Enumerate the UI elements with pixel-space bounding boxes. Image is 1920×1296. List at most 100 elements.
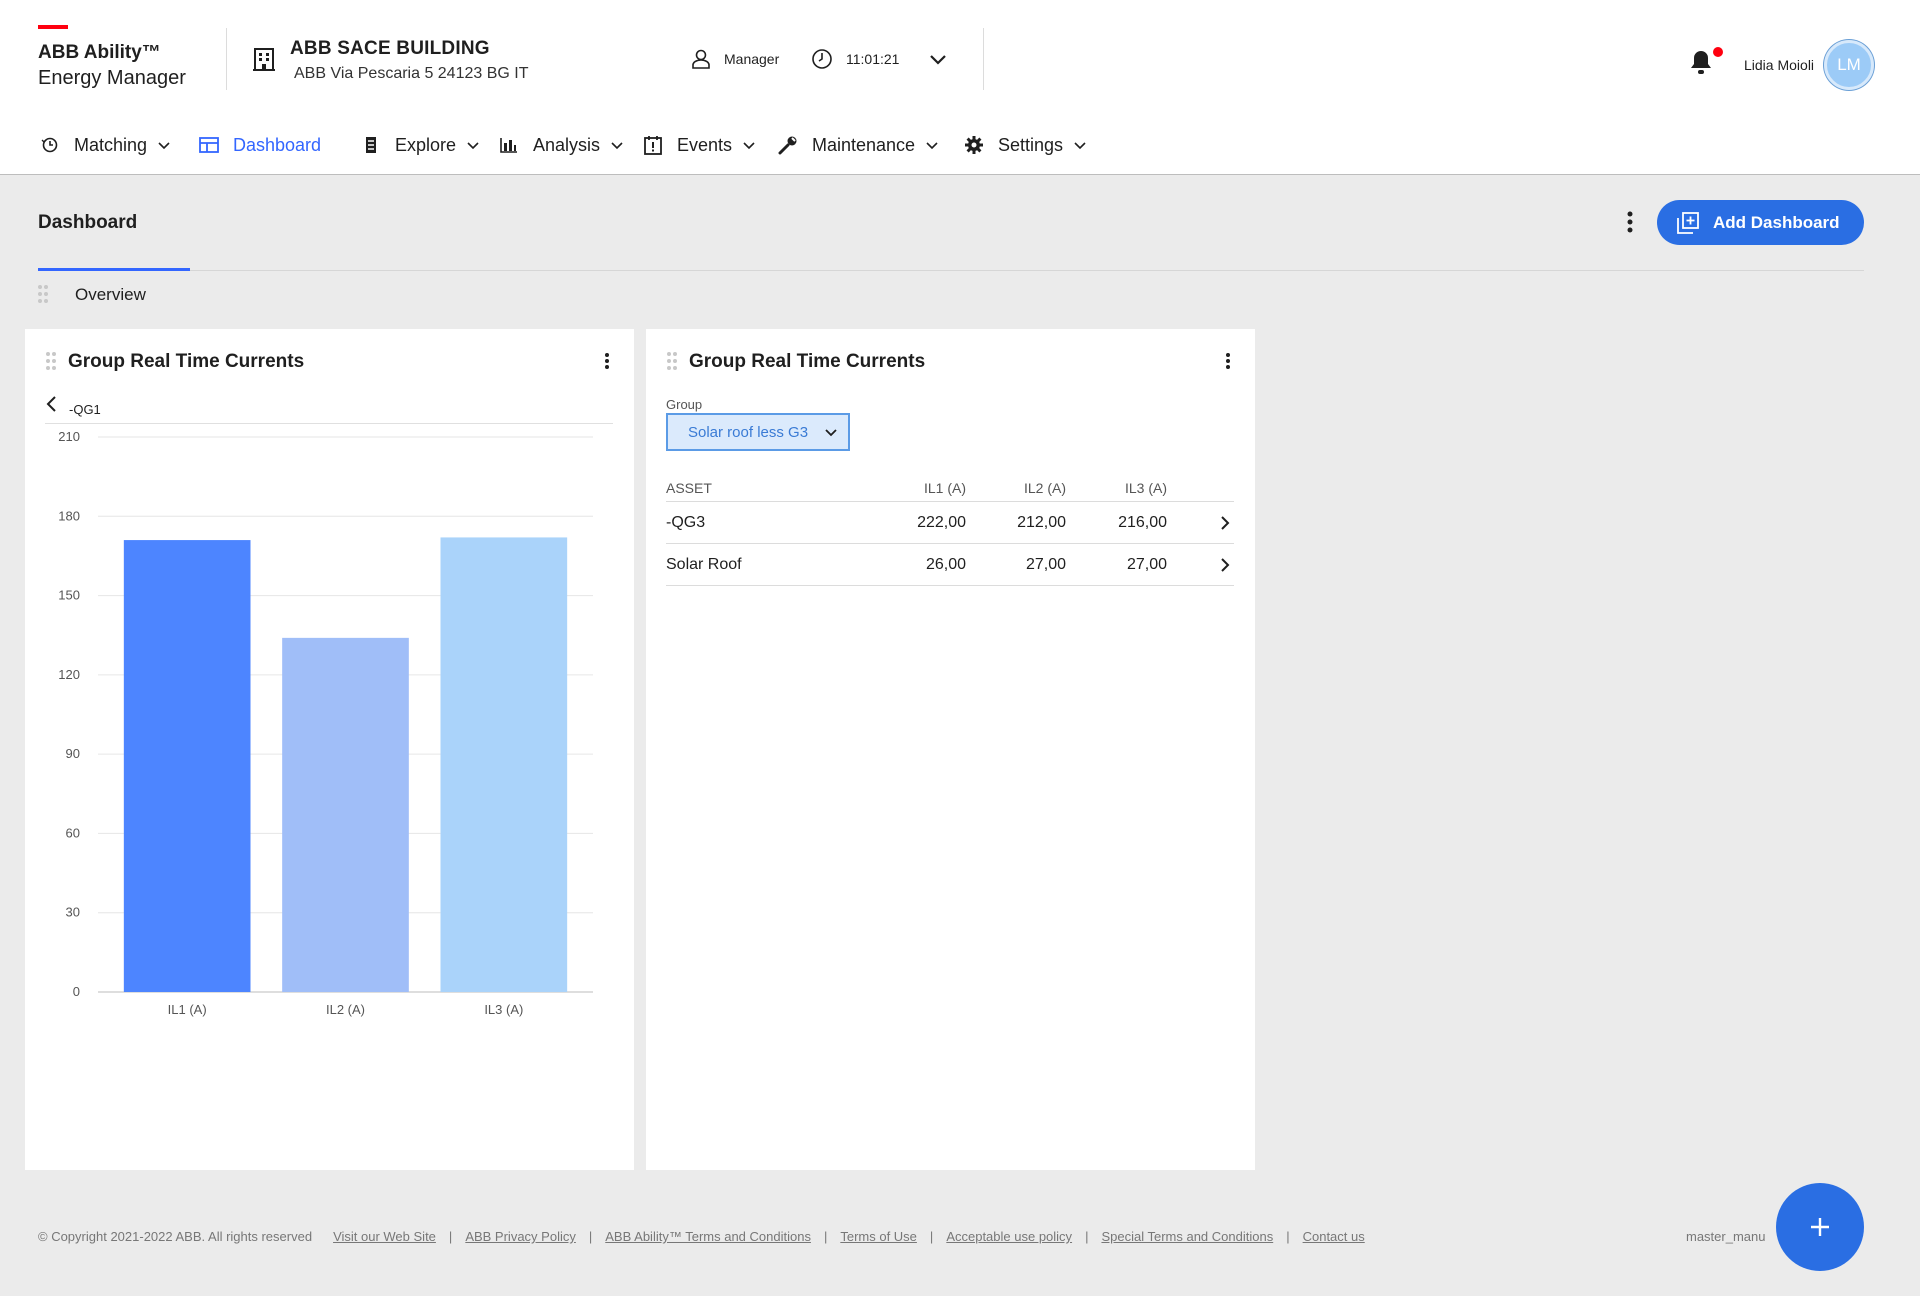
footer-link-acceptable-use[interactable]: Acceptable use policy: [946, 1229, 1072, 1244]
chevron-right-icon[interactable]: [1218, 515, 1232, 531]
notification-badge: [1713, 47, 1723, 57]
footer-link-ability-terms[interactable]: ABB Ability™ Terms and Conditions: [605, 1229, 811, 1244]
events-icon: [643, 135, 663, 155]
tab-overview[interactable]: Overview: [75, 285, 146, 305]
building-address: ABB Via Pescaria 5 24123 BG IT: [294, 65, 529, 82]
plus-icon: [1811, 1218, 1829, 1236]
nav-label: Events: [677, 134, 733, 155]
footer-link-terms-of-use[interactable]: Terms of Use: [840, 1229, 917, 1244]
chevron-down-icon: [743, 142, 755, 150]
il1-value: 222,00: [917, 513, 966, 531]
il1-value: 26,00: [925, 555, 966, 573]
dashboard-icon: [199, 135, 219, 155]
table-row[interactable]: Solar Roof 26,00 27,00 27,00: [666, 544, 1234, 586]
footer-link-website[interactable]: Visit our Web Site: [333, 1229, 436, 1244]
x-tick-label: IL3 (A): [484, 1002, 523, 1017]
il3-value: 27,00: [1126, 555, 1167, 573]
bar-chart: 0 30 60 90 120 150 180 210 IL1 (A) IL2 (A) IL3 (A): [58, 429, 593, 1017]
column-header[interactable]: IL3 (A): [1125, 480, 1167, 496]
y-tick-label: 150: [58, 588, 80, 603]
y-tick-label: 90: [66, 746, 80, 761]
group-select[interactable]: Solar roof less G3: [666, 413, 850, 451]
analysis-icon: [499, 135, 519, 155]
chevron-down-icon: [1074, 142, 1086, 150]
copyright: © Copyright 2021-2022 ABB. All rights re…: [38, 1229, 313, 1244]
widget-table: Group Real Time Currents Group Solar roo…: [646, 329, 1255, 1170]
y-tick-label: 30: [66, 905, 80, 920]
matching-icon: [40, 135, 60, 155]
app-header: ABB Ability™ Energy Manager ABB SACE BUI…: [0, 0, 1920, 175]
avatar[interactable]: LM: [1824, 40, 1874, 90]
building-name[interactable]: ABB SACE BUILDING: [290, 38, 490, 60]
nav-item-dashboard[interactable]: Dashboard: [199, 122, 321, 168]
nav-label: Settings: [998, 134, 1064, 155]
y-tick-label: 120: [58, 667, 80, 682]
page-title: Dashboard: [38, 212, 138, 233]
footer-separator: |: [1286, 1229, 1290, 1244]
header-divider: [983, 28, 984, 90]
widget-title: Group Real Time Currents: [689, 351, 926, 372]
chevron-right-icon[interactable]: [1218, 557, 1232, 573]
notification-bell-icon[interactable]: [1688, 48, 1714, 76]
main-nav: Matching Dashboard Explore Analysis Even…: [0, 122, 1920, 168]
product-name: Energy Manager: [38, 67, 186, 89]
footer-link-privacy[interactable]: ABB Privacy Policy: [465, 1229, 576, 1244]
nav-item-events[interactable]: Events: [643, 122, 756, 168]
table-row[interactable]: -QG3 222,00 212,00 216,00: [666, 502, 1234, 544]
footer-link-special-terms[interactable]: Special Terms and Conditions: [1101, 1229, 1273, 1244]
tab-active-indicator: [38, 268, 190, 271]
column-header[interactable]: IL1 (A): [924, 480, 966, 496]
group-select-label: Group: [666, 397, 703, 412]
y-tick-label: 210: [58, 429, 80, 444]
column-header[interactable]: ASSET: [666, 480, 712, 496]
chevron-down-icon[interactable]: [926, 48, 950, 72]
brand-accent-bar: [38, 25, 68, 29]
bar-3[interactable]: [440, 537, 568, 992]
nav-item-settings[interactable]: Settings: [964, 122, 1087, 168]
tab-bar-divider: [38, 270, 1864, 271]
brand-name: ABB Ability™: [38, 42, 161, 63]
chevron-down-icon: [825, 429, 837, 437]
building-icon: [253, 48, 275, 71]
nav-item-maintenance[interactable]: Maintenance: [778, 122, 939, 168]
il3-value: 216,00: [1118, 513, 1167, 531]
asset-table: ASSET IL1 (A) IL2 (A) IL3 (A) -QG3 222,0…: [666, 475, 1234, 586]
drag-handle-icon[interactable]: [37, 284, 49, 304]
user-role: Manager: [724, 51, 780, 67]
nav-label: Dashboard: [233, 134, 322, 155]
widget-chart: Group Real Time Currents -QG1 0 30 60 90 120…: [25, 329, 634, 1170]
nav-item-matching[interactable]: Matching: [40, 122, 171, 168]
user-name[interactable]: Lidia Moioli: [1744, 57, 1814, 73]
chevron-down-icon: [611, 142, 623, 150]
nav-item-explore[interactable]: Explore: [361, 122, 480, 168]
bar-1[interactable]: [123, 540, 251, 992]
nav-label: Matching: [74, 134, 148, 155]
bar-2[interactable]: [282, 637, 409, 992]
nav-label: Explore: [395, 134, 457, 155]
footer-link-contact[interactable]: Contact us: [1303, 1229, 1365, 1244]
widget-menu-icon[interactable]: [1221, 349, 1235, 373]
y-tick-label: 60: [66, 825, 80, 840]
user-role-icon: [692, 49, 710, 69]
nav-item-analysis[interactable]: Analysis: [499, 122, 624, 168]
nav-label: Maintenance: [812, 134, 916, 155]
column-header[interactable]: IL2 (A): [1024, 480, 1066, 496]
drag-handle-icon[interactable]: [666, 351, 678, 371]
add-dashboard-button[interactable]: Add Dashboard: [1657, 200, 1864, 245]
il2-value: 27,00: [1025, 555, 1066, 573]
chevron-down-icon: [926, 142, 938, 150]
add-dashboard-label: Add Dashboard: [1713, 212, 1840, 232]
asset-name: -QG3: [666, 513, 706, 531]
footer-separator: |: [448, 1229, 453, 1244]
explore-icon: [361, 135, 381, 155]
y-tick-label: 0: [73, 984, 80, 999]
add-widget-button[interactable]: [1776, 1183, 1864, 1271]
more-options-icon[interactable]: [1620, 208, 1640, 236]
gear-icon: [964, 135, 984, 155]
header-divider: [226, 28, 227, 90]
chevron-down-icon: [158, 142, 170, 150]
app-version: master_manu: [1686, 1229, 1766, 1244]
footer-separator: |: [823, 1229, 828, 1244]
x-tick-label: IL1 (A): [168, 1002, 207, 1017]
group-select-value: Solar roof less G3: [688, 423, 809, 441]
